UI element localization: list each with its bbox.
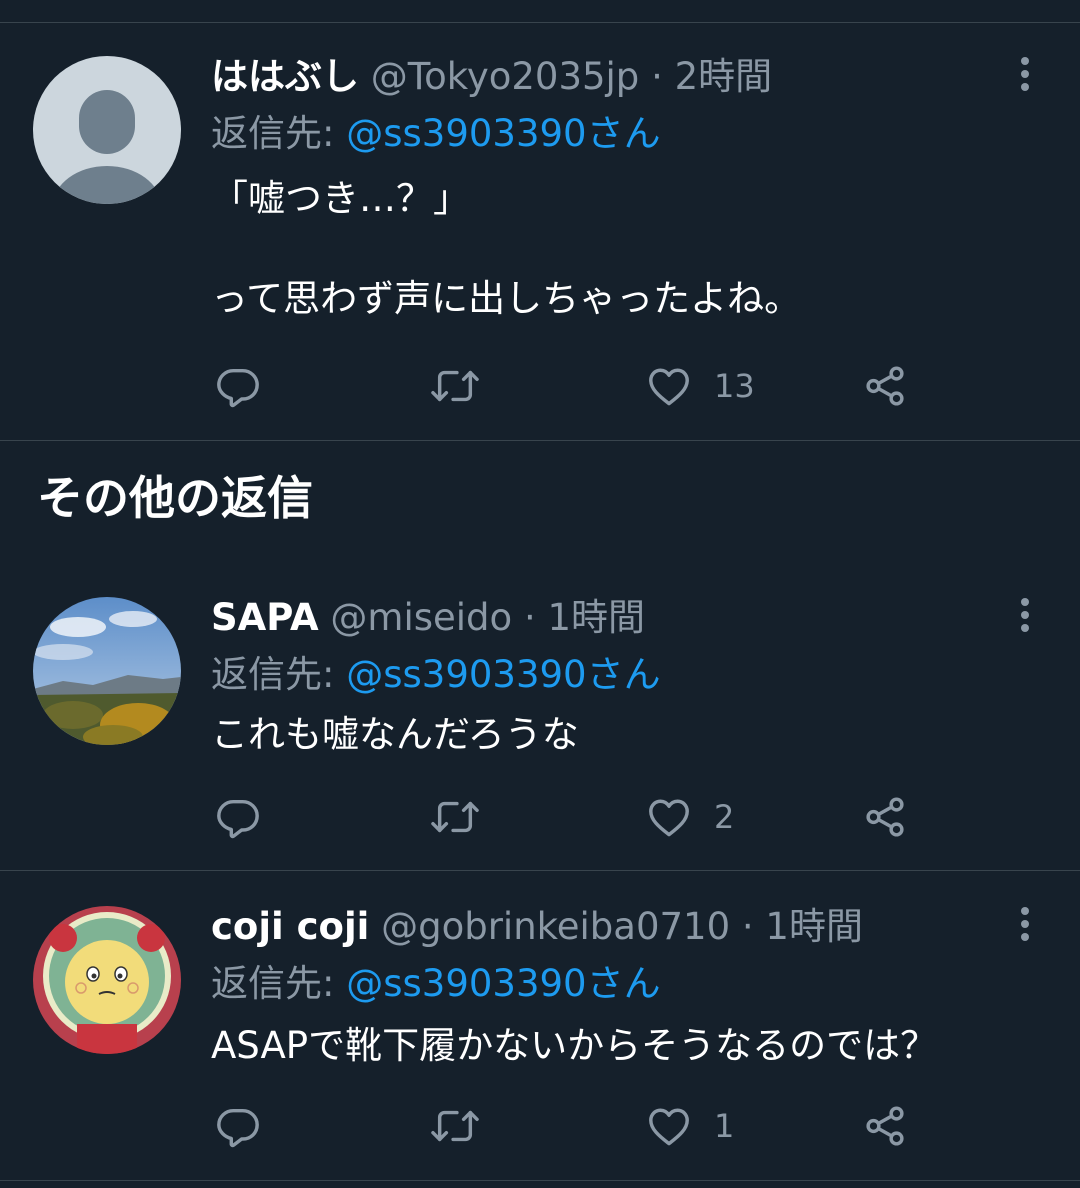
share-button[interactable] — [862, 1101, 908, 1151]
reply-icon — [217, 1108, 259, 1148]
retweet-button[interactable] — [430, 792, 480, 842]
like-button[interactable]: 2 — [646, 792, 734, 842]
reply-to-prefix: 返信先: — [211, 962, 347, 1005]
character-avatar[interactable] — [33, 906, 181, 1054]
reply-to-line: 返信先: @ss3903390さん — [211, 959, 661, 1009]
more-vertical-icon[interactable] — [1010, 596, 1040, 636]
heart-icon — [649, 368, 689, 406]
tweet-divider — [0, 1180, 1080, 1181]
tweet-header: SAPA @miseido · 1時間 — [211, 593, 1000, 643]
retweet-icon — [431, 1110, 479, 1142]
cartoon-character-icon — [33, 906, 181, 1054]
retweet-button[interactable] — [430, 361, 480, 411]
reply-button[interactable] — [215, 361, 261, 411]
default-avatar[interactable] — [33, 56, 181, 204]
tweet-text: これも嘘なんだろうな — [211, 713, 579, 756]
tweet-text: 「嘘つき…？」 って思わず声に出しちゃったよね。 — [211, 177, 802, 320]
reply-to-mention[interactable]: @ss3903390さん — [346, 112, 660, 155]
user-handle[interactable]: @miseido — [330, 596, 512, 639]
share-icon — [866, 797, 904, 837]
retweet-icon — [431, 801, 479, 833]
tweet-header: ははぶし @Tokyo2035jp · 2時間 — [211, 52, 1000, 102]
reply-to-prefix: 返信先: — [211, 653, 347, 696]
reply-tweet[interactable]: SAPA @miseido · 1時間 返信先: @ss3903390さん これ… — [0, 560, 1080, 870]
separator-dot: · — [741, 905, 754, 948]
timestamp[interactable]: 1時間 — [547, 596, 645, 639]
like-button[interactable]: 13 — [646, 361, 755, 411]
separator-dot: · — [523, 596, 536, 639]
share-icon — [866, 366, 904, 406]
share-icon — [866, 1106, 904, 1146]
default-profile-icon — [33, 56, 181, 204]
like-count: 13 — [714, 367, 755, 405]
more-vertical-icon[interactable] — [1010, 905, 1040, 945]
display-name[interactable]: SAPA — [211, 596, 319, 639]
heart-icon — [649, 1108, 689, 1146]
separator-dot: · — [651, 55, 663, 98]
timestamp[interactable]: 2時間 — [675, 55, 773, 98]
tweet-header: coji coji @gobrinkeiba0710 · 1時間 — [211, 902, 1000, 952]
reply-to-mention[interactable]: @ss3903390さん — [346, 653, 660, 696]
user-handle[interactable]: @gobrinkeiba0710 — [381, 905, 730, 948]
reply-tweet[interactable]: ははぶし @Tokyo2035jp · 2時間 返信先: @ss3903390さ… — [0, 0, 1080, 440]
timestamp[interactable]: 1時間 — [765, 905, 863, 948]
heart-icon — [649, 799, 689, 837]
reply-icon — [217, 799, 259, 839]
tweet-text: ASAPで靴下履かないからそうなるのでは？ — [211, 1024, 938, 1067]
retweet-button[interactable] — [430, 1101, 480, 1151]
landscape-avatar[interactable] — [33, 597, 181, 745]
reply-button[interactable] — [215, 792, 261, 842]
retweet-icon — [431, 370, 479, 402]
reply-button[interactable] — [215, 1101, 261, 1151]
landscape-photo-icon — [33, 597, 181, 745]
section-title: その他の返信 — [37, 471, 313, 525]
display-name[interactable]: ははぶし — [211, 55, 359, 98]
reply-to-line: 返信先: @ss3903390さん — [211, 650, 661, 700]
share-button[interactable] — [862, 792, 908, 842]
reply-tweet[interactable]: coji coji @gobrinkeiba0710 · 1時間 返信先: @s… — [0, 871, 1080, 1188]
reply-to-line: 返信先: @ss3903390さん — [211, 109, 661, 159]
reply-icon — [217, 368, 259, 408]
more-vertical-icon[interactable] — [1010, 55, 1040, 95]
reply-to-prefix: 返信先: — [211, 112, 347, 155]
like-count: 2 — [714, 798, 735, 836]
reply-to-mention[interactable]: @ss3903390さん — [346, 962, 660, 1005]
tweet-divider — [0, 440, 1080, 441]
display-name[interactable]: coji coji — [211, 905, 369, 948]
like-count: 1 — [714, 1107, 735, 1145]
like-button[interactable]: 1 — [646, 1101, 734, 1151]
user-handle[interactable]: @Tokyo2035jp — [371, 55, 640, 98]
share-button[interactable] — [862, 361, 908, 411]
